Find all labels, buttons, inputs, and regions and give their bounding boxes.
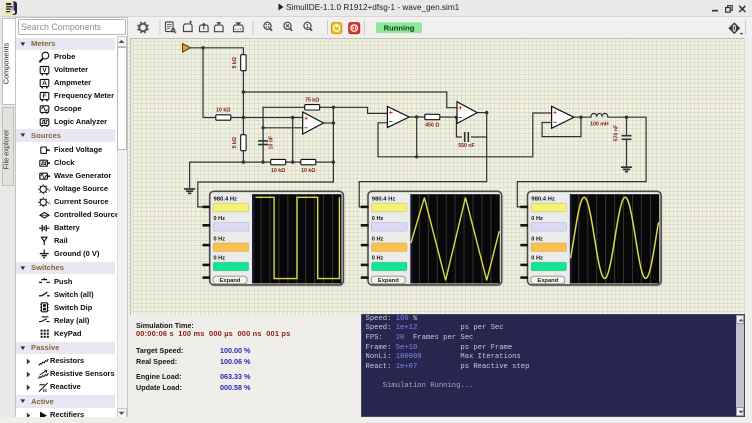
- svg-text:A: A: [48, 200, 51, 205]
- svg-text:0 Hz: 0 Hz: [531, 256, 543, 262]
- svg-text:0 Hz: 0 Hz: [214, 216, 226, 222]
- svg-text:550 nF: 550 nF: [458, 143, 474, 149]
- svg-text:A: A: [42, 80, 47, 87]
- svg-text:5 kΩ: 5 kΩ: [232, 57, 238, 68]
- svg-text:980.4 Hz: 980.4 Hz: [372, 197, 396, 203]
- svg-text:75 kΩ: 75 kΩ: [305, 98, 319, 104]
- svg-text:10 nF: 10 nF: [269, 136, 275, 150]
- svg-text:0 Hz: 0 Hz: [214, 256, 226, 262]
- svg-text:0 Hz: 0 Hz: [372, 256, 384, 262]
- svg-text:10 kΩ: 10 kΩ: [271, 168, 285, 174]
- svg-text:V: V: [42, 67, 47, 74]
- svg-text:0 Hz: 0 Hz: [531, 216, 543, 222]
- svg-text:Running: Running: [384, 23, 415, 32]
- svg-text:0 Hz: 0 Hz: [372, 216, 384, 222]
- svg-text:Expand: Expand: [220, 278, 241, 284]
- svg-text:Expand: Expand: [537, 278, 558, 284]
- svg-text:0 Hz: 0 Hz: [531, 236, 543, 242]
- svg-text:450 Ω: 450 Ω: [425, 123, 439, 129]
- svg-text:0 Hz: 0 Hz: [372, 236, 384, 242]
- svg-text:10 kΩ: 10 kΩ: [216, 108, 230, 114]
- svg-text:Expand: Expand: [378, 278, 399, 284]
- svg-text:100 mH: 100 mH: [590, 122, 609, 128]
- svg-text:1: 1: [306, 24, 309, 30]
- svg-text:10 kΩ: 10 kΩ: [301, 168, 315, 174]
- svg-text:980.4 Hz: 980.4 Hz: [214, 197, 238, 203]
- svg-text:0 Hz: 0 Hz: [214, 236, 226, 242]
- svg-text:570 nF: 570 nF: [614, 125, 620, 141]
- svg-text:980.4 Hz: 980.4 Hz: [531, 197, 555, 203]
- svg-text:V: V: [48, 187, 51, 192]
- svg-text:5 kΩ: 5 kΩ: [232, 137, 238, 148]
- svg-text:F: F: [43, 93, 47, 100]
